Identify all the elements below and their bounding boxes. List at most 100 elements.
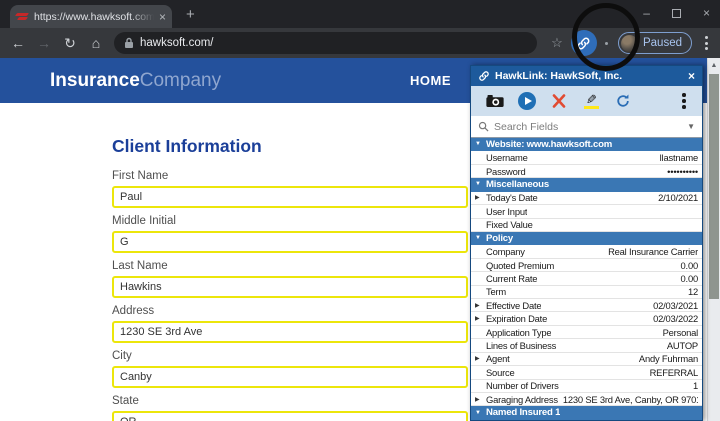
field-value: Real Insurance Carrier bbox=[530, 246, 698, 257]
panel-field-row[interactable]: Quoted Premium0.00 bbox=[471, 259, 702, 272]
panel-field-row[interactable]: Company Real Insurance Carrier bbox=[471, 245, 702, 258]
expand-icon[interactable]: ▶ bbox=[475, 194, 486, 201]
url-bar[interactable]: hawksoft.com/ bbox=[114, 32, 537, 54]
field-label: Password bbox=[486, 166, 526, 177]
city-label: City bbox=[112, 350, 468, 362]
field-label: Garaging Address bbox=[486, 394, 558, 405]
collapse-icon[interactable]: ▼ bbox=[475, 235, 486, 241]
panel-field-row[interactable]: Source REFERRAL bbox=[471, 366, 702, 379]
panel-section-header[interactable]: ▼Website: www.hawksoft.com bbox=[471, 138, 702, 151]
field-label: Application Type bbox=[486, 327, 551, 338]
play-icon[interactable] bbox=[511, 92, 543, 110]
bookmark-star-icon[interactable]: ☆ bbox=[547, 35, 567, 51]
field-value: •••••••••• bbox=[531, 166, 698, 177]
field-value: 0.00 bbox=[542, 273, 698, 284]
nav-home-link[interactable]: HOME bbox=[410, 58, 451, 103]
field-label: Username bbox=[486, 152, 528, 163]
delete-x-icon[interactable] bbox=[543, 94, 575, 108]
expand-icon[interactable]: ▶ bbox=[475, 396, 486, 403]
panel-field-row[interactable]: Password •••••••••• bbox=[471, 165, 702, 178]
field-label: Policy bbox=[486, 233, 513, 244]
field-label: Agent bbox=[486, 353, 510, 364]
collapse-icon[interactable]: ▼ bbox=[475, 181, 486, 187]
address-input[interactable] bbox=[112, 321, 468, 343]
expand-icon[interactable]: ▶ bbox=[475, 355, 486, 362]
expand-icon[interactable]: ▶ bbox=[475, 315, 486, 322]
home-icon[interactable]: ⌂ bbox=[84, 35, 108, 51]
panel-menu-icon[interactable] bbox=[674, 93, 694, 109]
search-input[interactable] bbox=[494, 121, 682, 133]
field-label: Company bbox=[486, 246, 525, 257]
panel-field-row[interactable]: Username llastname bbox=[471, 151, 702, 164]
panel-field-row[interactable]: ▶Expiration Date02/03/2022 bbox=[471, 312, 702, 325]
panel-section-header[interactable]: ▼Miscellaneous bbox=[471, 178, 702, 191]
scrollbar-thumb[interactable] bbox=[709, 74, 719, 299]
field-label: Effective Date bbox=[486, 300, 541, 311]
middle-initial-input[interactable] bbox=[112, 231, 468, 253]
panel-field-row[interactable]: Fixed Value bbox=[471, 219, 702, 232]
lock-icon bbox=[124, 37, 134, 49]
browser-tab[interactable]: https://www.hawksoft.com/hawk × bbox=[10, 5, 172, 28]
forward-icon[interactable]: → bbox=[32, 35, 56, 51]
state-label: State bbox=[112, 395, 468, 407]
field-label: Lines of Business bbox=[486, 340, 556, 351]
field-label: User Input bbox=[486, 206, 527, 217]
url-text: hawksoft.com/ bbox=[140, 37, 214, 49]
panel-field-row[interactable]: ▶Effective Date02/03/2021 bbox=[471, 299, 702, 312]
field-value: 12 bbox=[511, 286, 698, 297]
profile-paused-button[interactable]: Paused bbox=[618, 32, 692, 54]
back-icon[interactable]: ← bbox=[6, 35, 30, 51]
field-value: llastname bbox=[533, 152, 698, 163]
hawksoft-favicon-icon bbox=[16, 12, 29, 22]
extensions-overflow-dot bbox=[605, 42, 608, 45]
first-name-input[interactable] bbox=[112, 186, 468, 208]
window-minimize-button[interactable]: – bbox=[643, 6, 650, 20]
window-maximize-button[interactable] bbox=[672, 9, 681, 18]
link-icon bbox=[478, 70, 490, 82]
city-input[interactable] bbox=[112, 366, 468, 388]
panel-field-row[interactable]: Application TypePersonal bbox=[471, 326, 702, 339]
panel-field-row[interactable]: Current Rate 0.00 bbox=[471, 272, 702, 285]
field-label: Current Rate bbox=[486, 273, 537, 284]
field-value: 1 bbox=[564, 380, 698, 391]
panel-section-header[interactable]: ▼Named Insured 1 bbox=[471, 406, 702, 419]
reload-icon[interactable]: ↻ bbox=[58, 35, 82, 52]
state-input[interactable] bbox=[112, 411, 468, 421]
expand-icon[interactable]: ▶ bbox=[475, 302, 486, 309]
panel-header[interactable]: HawkLink: HawkSoft, Inc. × bbox=[471, 66, 702, 86]
link-icon bbox=[576, 36, 591, 51]
browser-menu-icon[interactable] bbox=[698, 36, 714, 50]
collapse-icon[interactable]: ▼ bbox=[475, 141, 486, 147]
last-name-input[interactable] bbox=[112, 276, 468, 298]
page-scrollbar[interactable]: ▲ bbox=[707, 58, 720, 421]
panel-field-row[interactable]: ▶Garaging Address1230 SE 3rd Ave, Canby,… bbox=[471, 393, 702, 406]
field-value: REFERRAL bbox=[520, 367, 698, 378]
logo-light-text: Company bbox=[140, 70, 221, 91]
tab-close-icon[interactable]: × bbox=[159, 10, 166, 24]
hawklink-extension-icon[interactable] bbox=[571, 30, 597, 56]
field-value: 02/03/2022 bbox=[552, 313, 698, 324]
window-close-button[interactable]: × bbox=[703, 6, 710, 20]
field-label: Number of Drivers bbox=[486, 380, 559, 391]
field-label: Source bbox=[486, 367, 515, 378]
panel-close-icon[interactable]: × bbox=[688, 69, 695, 83]
logo-bold-text: Insurance bbox=[50, 70, 140, 91]
camera-icon[interactable] bbox=[479, 94, 511, 108]
refresh-icon[interactable] bbox=[607, 93, 639, 109]
field-label: Named Insured 1 bbox=[486, 407, 560, 418]
new-tab-button[interactable]: + bbox=[186, 4, 195, 26]
search-icon bbox=[478, 121, 489, 132]
highlight-pencil-icon[interactable]: ✎ bbox=[575, 94, 607, 109]
panel-field-row[interactable]: Term12 bbox=[471, 286, 702, 299]
panel-section-header[interactable]: ▼Policy bbox=[471, 232, 702, 245]
panel-field-row[interactable]: ▶AgentAndy Fuhrman bbox=[471, 353, 702, 366]
field-label: Fixed Value bbox=[486, 219, 533, 230]
panel-field-row[interactable]: User Input bbox=[471, 205, 702, 218]
panel-field-row[interactable]: Number of Drivers 1 bbox=[471, 380, 702, 393]
panel-field-row[interactable]: ▶Today's Date2/10/2021 bbox=[471, 192, 702, 205]
collapse-icon[interactable]: ▼ bbox=[475, 410, 486, 416]
search-dropdown-icon[interactable]: ▼ bbox=[687, 122, 695, 131]
browser-window: https://www.hawksoft.com/hawk × + – × ← … bbox=[0, 0, 720, 421]
scroll-up-icon[interactable]: ▲ bbox=[708, 58, 720, 69]
panel-field-row[interactable]: Lines of BusinessAUTOP bbox=[471, 339, 702, 352]
